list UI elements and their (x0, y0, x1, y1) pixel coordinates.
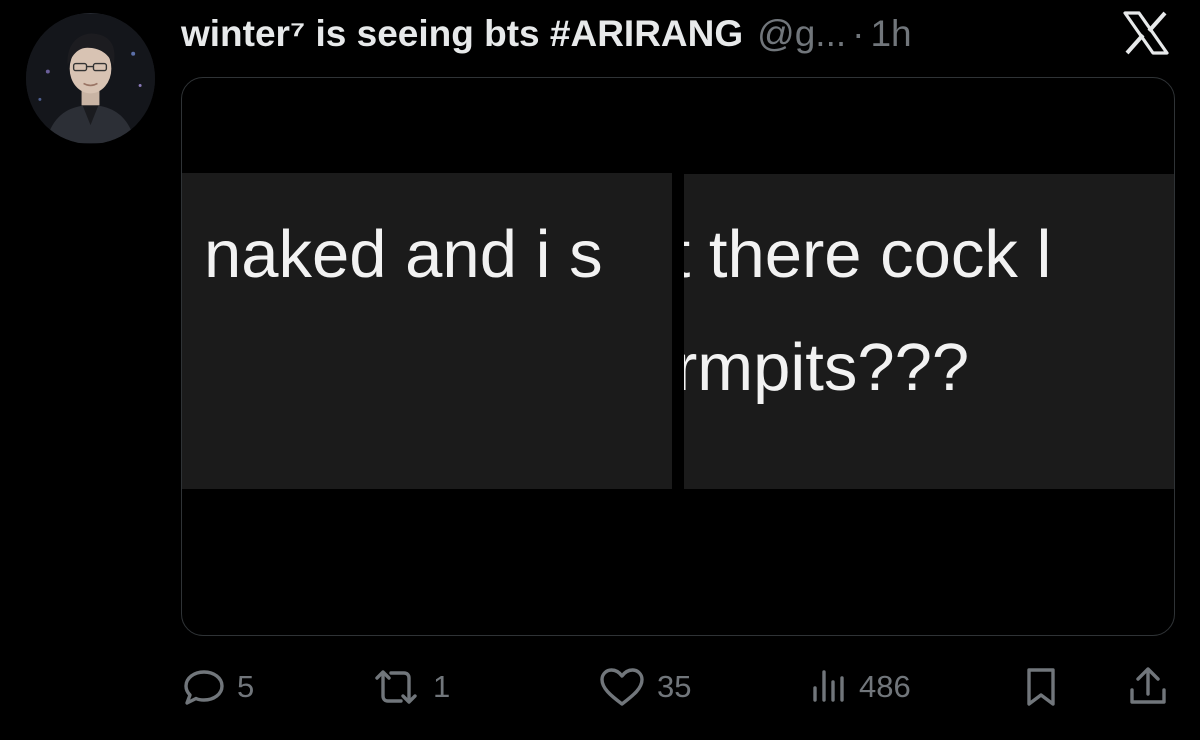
share-icon (1130, 667, 1166, 704)
separator-dot: · (852, 13, 865, 54)
heart-icon (600, 668, 644, 706)
media-container[interactable]: naked and i s ıt there cock l rmpits??? (181, 77, 1175, 636)
reply-count: 5 (237, 669, 255, 704)
handle[interactable]: @g... (757, 8, 846, 60)
tweet-header: winter⁷ is seeing bts #ARIRANG @g... · 1… (181, 8, 912, 60)
display-name[interactable]: winter⁷ is seeing bts #ARIRANG (181, 8, 743, 60)
like-count: 35 (657, 669, 692, 704)
repost-button[interactable]: 1 (369, 662, 450, 712)
repost-icon (375, 670, 417, 704)
views-icon (813, 670, 844, 702)
views-button[interactable]: 486 (809, 662, 911, 712)
media-caption-right-line1: ıt there cock l (684, 217, 1052, 292)
reply-icon (184, 670, 224, 705)
bookmark-button[interactable] (1019, 662, 1063, 712)
views-count: 486 (859, 669, 911, 704)
media-panel-left: naked and i s (182, 173, 672, 489)
action-bar: 5 1 35 486 (181, 662, 1173, 712)
media-panel-right: ıt there cock l rmpits??? (684, 174, 1174, 489)
bookmark-icon (1027, 668, 1055, 706)
repost-count: 1 (433, 669, 451, 704)
avatar-image (26, 14, 155, 143)
media-caption-right-line2: rmpits??? (684, 330, 970, 405)
timestamp[interactable]: 1h (870, 8, 911, 60)
media-caption-left: naked and i s (204, 217, 603, 292)
reply-button[interactable]: 5 (181, 662, 254, 712)
like-button[interactable]: 35 (597, 662, 691, 712)
share-button[interactable] (1125, 662, 1171, 712)
x-logo-icon (1122, 11, 1170, 55)
avatar[interactable] (26, 13, 155, 144)
